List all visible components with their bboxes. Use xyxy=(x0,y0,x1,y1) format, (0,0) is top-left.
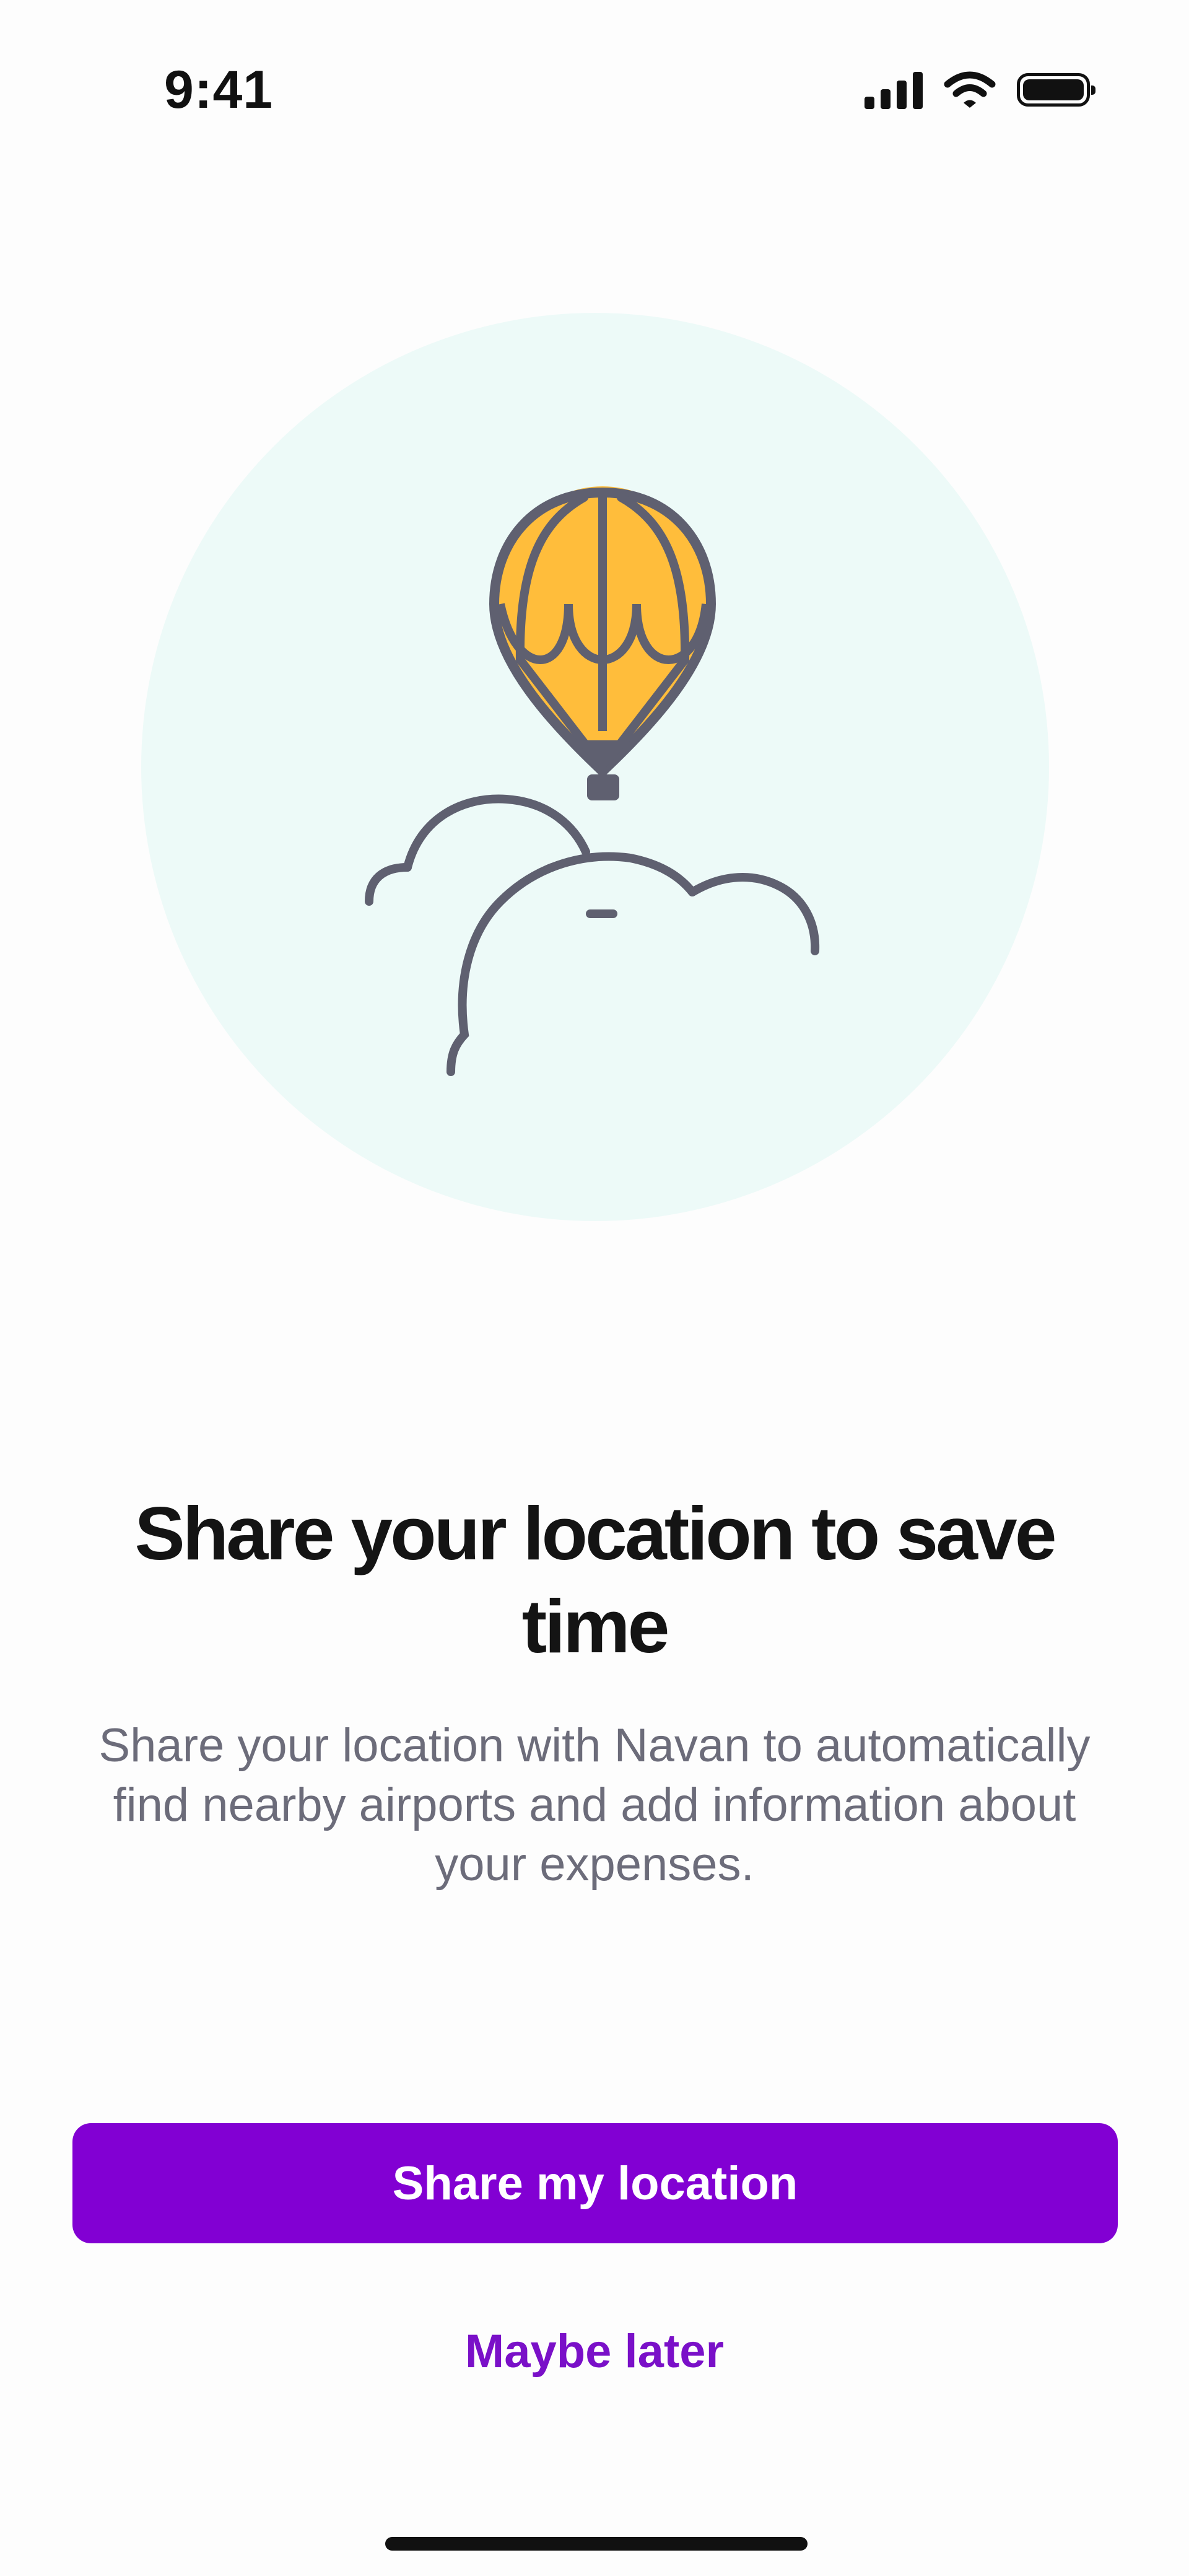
home-indicator xyxy=(385,2537,808,2551)
clouds-icon xyxy=(365,794,820,1076)
wifi-icon xyxy=(944,71,996,108)
share-location-button[interactable]: Share my location xyxy=(72,2123,1118,2243)
status-time: 9:41 xyxy=(164,60,274,120)
location-permission-screen: 9:41 Share your location to save time Sh… xyxy=(0,0,1189,2576)
status-icons xyxy=(865,62,1095,118)
maybe-later-button[interactable]: Maybe later xyxy=(347,2311,842,2391)
hot-air-balloon-illustration xyxy=(365,486,820,1076)
description-text: Share your location with Navan to automa… xyxy=(98,1719,1091,1891)
page-title: Share your location to save time xyxy=(134,1491,1056,1668)
cellular-signal-icon xyxy=(865,71,923,109)
battery-icon xyxy=(1017,73,1095,107)
hot-air-balloon-icon xyxy=(489,486,716,800)
